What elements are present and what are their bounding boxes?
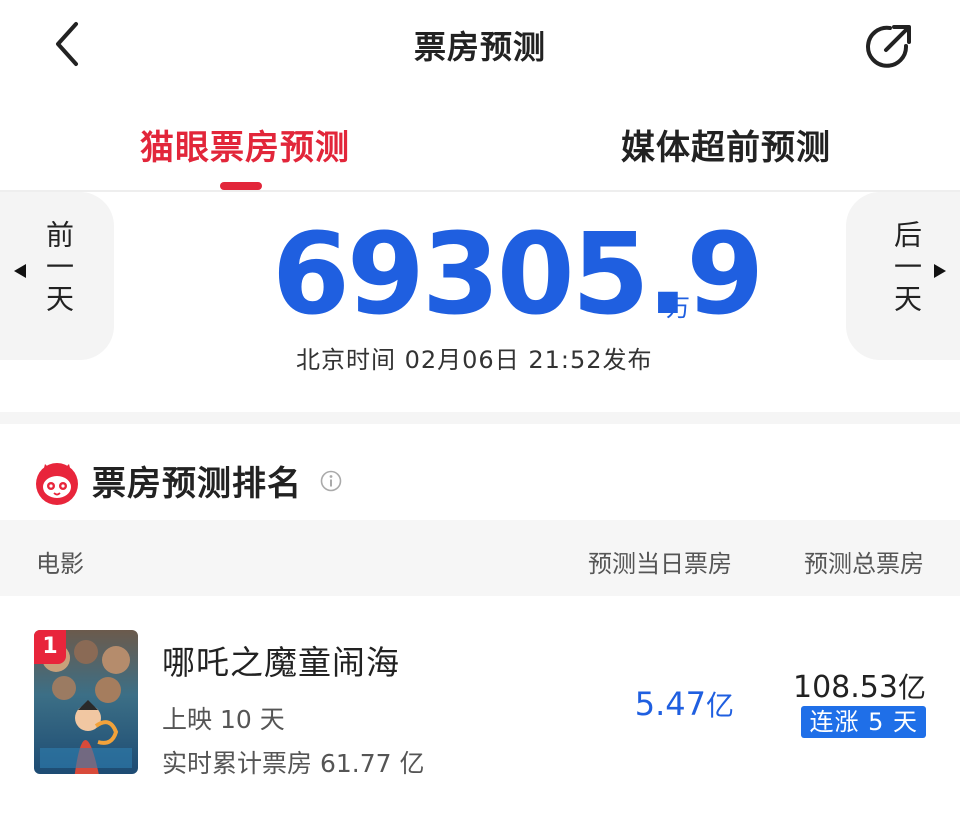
ranking-title: 票房预测排名 — [92, 464, 302, 504]
rank-badge: 1 — [34, 630, 66, 664]
tab-bar: 猫眼票房预测 媒体超前预测 — [0, 98, 960, 192]
prev-day-label: 前一天 — [42, 220, 75, 316]
prev-day-button[interactable]: 前一天 — [0, 192, 114, 360]
day-forecast-unit: 亿 — [705, 689, 734, 722]
info-icon[interactable] — [320, 470, 342, 492]
total-forecast-value: 108.53亿 — [793, 666, 926, 706]
forecast-unit: 万 — [666, 294, 690, 322]
publish-time: 北京时间 02月06日 21:52发布 — [296, 346, 653, 374]
column-header-total-forecast: 预测总票房 — [804, 550, 924, 578]
table-header: 电影 预测当日票房 预测总票房 — [0, 520, 960, 596]
cumulative-box-office: 实时累计票房 61.77 亿 — [162, 749, 425, 778]
section-separator — [0, 412, 960, 424]
maoyan-cat-logo-icon — [36, 463, 78, 505]
total-forecast-number: 108.53 — [793, 670, 898, 705]
total-forecast-unit: 亿 — [897, 671, 926, 704]
column-header-movie: 电影 — [36, 550, 84, 578]
share-button[interactable] — [862, 20, 916, 74]
active-tab-indicator — [220, 182, 262, 190]
top-bar: 票房预测 — [0, 0, 960, 92]
caret-left-icon — [14, 264, 26, 278]
tab-media-forecast[interactable]: 媒体超前预测 — [621, 120, 831, 169]
caret-right-icon — [934, 264, 946, 278]
ranking-header: 票房预测排名 — [0, 424, 960, 520]
page-title: 票房预测 — [413, 28, 546, 66]
table-row[interactable]: 1 哪吒之魔童闹海 上映 10 天 实时累计票房 61.77 亿 5.47亿 1… — [0, 596, 960, 832]
next-day-button[interactable]: 后一天 — [846, 192, 960, 360]
trend-badge: 连涨 5 天 — [801, 706, 926, 738]
tab-maoyan-forecast[interactable]: 猫眼票房预测 — [140, 120, 350, 169]
movie-title: 哪吒之魔童闹海 — [162, 643, 400, 682]
column-header-day-forecast: 预测当日票房 — [588, 550, 732, 578]
next-day-label: 后一天 — [890, 220, 923, 316]
share-icon — [866, 25, 911, 68]
prediction-panel: 前一天 69305.9 万 北京时间 02月06日 21:52发布 后一天 — [0, 192, 960, 412]
day-forecast-number: 5.47 — [634, 685, 706, 723]
release-days: 上映 10 天 — [162, 705, 285, 734]
day-forecast-value: 5.47亿 — [635, 684, 734, 724]
